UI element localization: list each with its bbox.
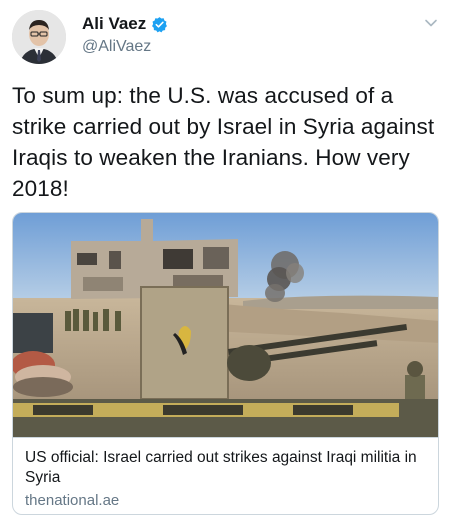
tweet: Ali Vaez @AliVaez To sum up: the U.S. wa… bbox=[0, 0, 450, 520]
verified-badge-icon bbox=[152, 16, 168, 32]
card-body[interactable]: US official: Israel carried out strikes … bbox=[13, 437, 438, 514]
chevron-down-icon[interactable] bbox=[424, 16, 438, 30]
display-name[interactable]: Ali Vaez bbox=[82, 14, 168, 34]
author-block[interactable]: Ali Vaez @AliVaez bbox=[82, 14, 168, 56]
link-card[interactable]: US official: Israel carried out strikes … bbox=[12, 212, 439, 515]
avatar[interactable] bbox=[12, 10, 66, 64]
handle[interactable]: @AliVaez bbox=[82, 38, 168, 56]
display-name-text: Ali Vaez bbox=[82, 14, 147, 33]
card-title[interactable]: US official: Israel carried out strikes … bbox=[25, 448, 428, 488]
tweet-text: To sum up: the U.S. was accused of a str… bbox=[12, 83, 435, 201]
avatar-image bbox=[12, 10, 66, 64]
card-image[interactable] bbox=[13, 213, 439, 437]
card-domain[interactable]: thenational.ae bbox=[25, 492, 428, 509]
